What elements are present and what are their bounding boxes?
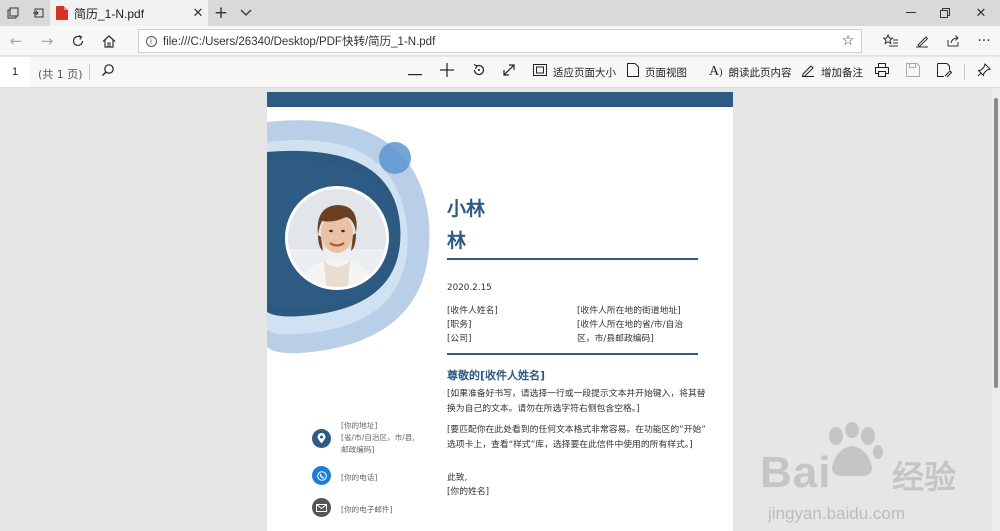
print-icon[interactable] — [875, 57, 889, 87]
tab-title: 简历_1-N.pdf — [74, 6, 145, 21]
watermark-url: jingyan.baidu.com — [768, 504, 906, 523]
add-note-label: 增加备注 — [821, 66, 863, 79]
header-band — [267, 92, 733, 107]
address-url[interactable]: file:///C:/Users/26340/Desktop/PDF快转/简历_… — [163, 33, 835, 49]
candidate-name-line1: 小林 — [447, 198, 486, 220]
recipient-title: [职务] — [447, 320, 472, 330]
rotate-icon[interactable] — [472, 57, 486, 87]
recipient-region: [收件人所在地的省/市/自治 — [577, 320, 684, 330]
location-pin-icon — [312, 429, 331, 448]
paragraph-2-line: 选项卡上，查看“样式”库，选择要在此信件中使用的所有样式。] — [447, 440, 693, 450]
watermark-brand: Bai — [760, 448, 832, 497]
paragraph-2: [要匹配你在此处看到的任何文本格式非常容易。在功能区的“开始” 选项卡上，查看“… — [447, 423, 707, 453]
close-window-icon[interactable]: ✕ — [964, 0, 998, 26]
candidate-name-line2: 林 — [447, 230, 467, 252]
contact-address: [你的地址] [省/市/自治区，市/县, 邮政编码] — [341, 420, 415, 456]
scrollbar-thumb[interactable] — [994, 98, 998, 388]
contact-phone: [你的电话] — [341, 473, 378, 482]
back-arrow-icon[interactable]: ← — [3, 29, 29, 53]
favorite-star-icon[interactable]: ☆ — [835, 33, 861, 49]
closing: 此致, — [447, 473, 468, 483]
salutation: 尊敬的[收件人姓名] — [447, 369, 546, 382]
pdf-page: 小林 林 2020.2.15 [收件人姓名] [职务] [公司] [收件人所在地… — [267, 92, 733, 531]
fit-page-button[interactable]: 适应页面大小 — [533, 57, 616, 87]
recipient-postcode: 区，市/县邮政编码] — [577, 334, 654, 344]
page-number-input[interactable]: 1 — [0, 57, 30, 87]
search-icon[interactable] — [101, 57, 115, 87]
paragraph-2-line: [要匹配你在此处看到的任何文本格式非常容易。在功能区的“开始” — [447, 425, 706, 435]
minimize-icon[interactable] — [894, 0, 928, 26]
fit-width-expand-icon[interactable] — [502, 57, 516, 87]
pdf-toolbar: 1 (共 1 页) 适应页面大小 页面视图 A) 朗读此页内容 增加备注 — [0, 57, 1000, 88]
tab-strip: 简历_1-N.pdf ✕ + ✕ — [0, 0, 1000, 26]
tab-close-icon[interactable]: ✕ — [188, 6, 208, 21]
new-tab-icon[interactable]: + — [208, 0, 234, 26]
zoom-out-icon[interactable] — [408, 57, 422, 87]
pin-toolbar-icon[interactable] — [977, 57, 991, 87]
site-info-icon[interactable]: i — [139, 35, 163, 47]
contact-address-line: 邮政编码] — [341, 445, 375, 454]
page-count: (共 1 页) — [38, 68, 83, 81]
address-bar[interactable]: i file:///C:/Users/26340/Desktop/PDF快转/简… — [138, 29, 862, 53]
add-note-button[interactable]: 增加备注 — [801, 57, 863, 87]
navigation-bar: ← → i file:///C:/Users/26340/Desktop/PDF… — [0, 26, 1000, 56]
pdf-file-icon — [56, 6, 68, 20]
tab-active[interactable]: 简历_1-N.pdf ✕ — [50, 0, 208, 26]
note-pen-icon — [801, 63, 815, 81]
name-divider — [447, 258, 698, 260]
page-view-icon — [627, 63, 639, 81]
read-aloud-button[interactable]: A) 朗读此页内容 — [709, 57, 791, 87]
tab-list-chevron-down-icon[interactable] — [233, 0, 259, 26]
contact-email: [你的电子邮件] — [341, 505, 393, 514]
browser-window: 简历_1-N.pdf ✕ + ✕ ← → i file:///C:/Users/… — [0, 0, 1000, 531]
email-icon — [312, 498, 331, 517]
favorites-list-icon[interactable] — [878, 29, 904, 53]
save-icon[interactable] — [906, 57, 920, 87]
paragraph-1: [如果准备好书写，请选择一行或一段提示文本并开始键入，将其替 换为自己的文本。请… — [447, 387, 707, 417]
forward-arrow-icon[interactable]: → — [34, 29, 60, 53]
refresh-icon[interactable] — [65, 29, 91, 53]
address-divider — [447, 353, 698, 355]
toolbar-divider — [964, 64, 965, 80]
signature: [你的姓名] — [447, 487, 490, 497]
recipient-name: [收件人姓名] — [447, 306, 498, 316]
contact-address-line: [你的地址] — [341, 421, 378, 430]
read-aloud-icon: A) — [709, 64, 723, 79]
home-icon[interactable] — [96, 29, 122, 53]
zoom-in-icon[interactable] — [440, 57, 454, 87]
phone-icon — [312, 466, 331, 485]
more-menu-icon[interactable]: ··· — [971, 29, 997, 53]
save-as-icon[interactable] — [937, 57, 953, 87]
read-aloud-label: 朗读此页内容 — [728, 66, 792, 79]
page-view-label: 页面视图 — [645, 66, 687, 79]
watermark-brand-cn: 经验 — [892, 458, 957, 496]
baidu-watermark: Bai 经验 jingyan.baidu.com — [760, 420, 1000, 531]
set-aside-tabs-icon[interactable] — [25, 0, 51, 26]
share-icon[interactable] — [940, 29, 966, 53]
recipient-street: [收件人所在地的街道地址] — [577, 306, 681, 316]
restore-icon[interactable] — [928, 0, 962, 26]
contact-address-line: [省/市/自治区，市/县, — [341, 433, 415, 442]
page-view-button[interactable]: 页面视图 — [627, 57, 687, 87]
fit-page-icon — [533, 64, 547, 80]
toolbar-divider — [89, 64, 90, 80]
letter-date: 2020.2.15 — [447, 283, 492, 293]
fit-page-label: 适应页面大小 — [553, 66, 616, 79]
profile-photo — [285, 186, 389, 290]
paragraph-1-line: 换为自己的文本。请勿在所选字符右侧包含空格。] — [447, 404, 640, 414]
web-note-pen-icon[interactable] — [909, 29, 935, 53]
recipient-company: [公司] — [447, 334, 472, 344]
paragraph-1-line: [如果准备好书写，请选择一行或一段提示文本并开始键入，将其替 — [447, 389, 706, 399]
tab-actions-icon[interactable] — [0, 0, 26, 26]
